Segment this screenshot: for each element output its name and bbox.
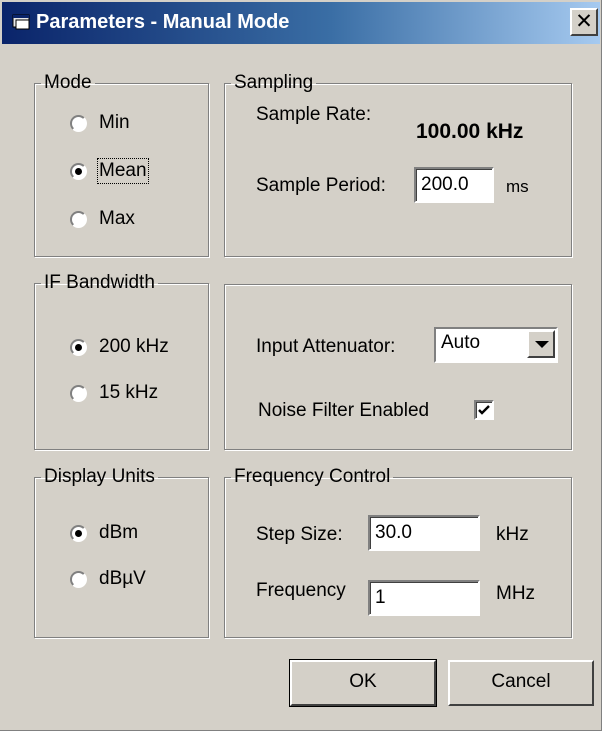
mode-max-radio-button[interactable] <box>70 210 87 228</box>
window-title: Parameters - Manual Mode <box>36 11 290 33</box>
close-icon: ✕ <box>575 10 593 33</box>
if-bandwidth-radio-15khz[interactable]: 15 kHz <box>70 382 158 404</box>
dbuv-radio-button[interactable] <box>70 570 87 588</box>
mode-radio-min[interactable]: Min <box>70 112 130 134</box>
step-size-unit: kHz <box>496 524 529 545</box>
sample-rate-value: 100.00 kHz <box>416 120 524 143</box>
frequency-input[interactable] <box>368 580 480 616</box>
if-200khz-label: 200 kHz <box>99 336 169 357</box>
input-attenuator-value: Auto <box>441 332 481 353</box>
mode-mean-radio-button[interactable] <box>70 162 87 180</box>
display-units-group-label: Display Units <box>44 466 155 487</box>
sample-period-input[interactable] <box>414 167 494 203</box>
mode-mean-label: Mean <box>97 158 149 184</box>
title-bar[interactable]: Parameters - Manual Mode ✕ <box>2 2 600 44</box>
mode-radio-mean[interactable]: Mean <box>70 158 149 184</box>
if-bandwidth-group: IF Bandwidth <box>34 272 209 450</box>
display-units-radio-dbm[interactable]: dBm <box>70 522 138 544</box>
if-bandwidth-group-label: IF Bandwidth <box>44 272 155 293</box>
chevron-down-icon[interactable] <box>527 330 555 358</box>
close-button[interactable]: ✕ <box>570 8 598 36</box>
sampling-group-label: Sampling <box>234 72 314 93</box>
if-15khz-label: 15 kHz <box>99 382 159 403</box>
window-icon <box>12 13 32 31</box>
parameters-dialog: Parameters - Manual Mode ✕ Mode Min Mean… <box>0 0 602 731</box>
ok-button[interactable]: OK <box>289 659 437 707</box>
mode-min-label: Min <box>99 112 130 133</box>
frequency-control-group-label: Frequency Control <box>234 466 391 487</box>
sample-rate-label: Sample Rate: <box>256 104 372 125</box>
dbuv-label: dBµV <box>99 568 146 589</box>
noise-filter-label: Noise Filter Enabled <box>258 400 430 421</box>
step-size-label: Step Size: <box>256 524 343 545</box>
input-group <box>224 284 572 450</box>
dbm-label: dBm <box>99 522 139 543</box>
mode-max-label: Max <box>99 208 135 229</box>
if-bandwidth-radio-200khz[interactable]: 200 kHz <box>70 336 169 358</box>
noise-filter-checkbox[interactable] <box>474 400 494 420</box>
display-units-group: Display Units <box>34 466 209 638</box>
sample-period-unit: ms <box>506 177 529 196</box>
input-attenuator-label: Input Attenuator: <box>256 336 396 357</box>
if-15khz-radio-button[interactable] <box>70 384 87 402</box>
input-attenuator-dropdown[interactable]: Auto <box>434 327 558 363</box>
sample-period-label: Sample Period: <box>256 175 386 196</box>
if-200khz-radio-button[interactable] <box>70 338 87 356</box>
frequency-unit: MHz <box>496 583 536 604</box>
mode-group-label: Mode <box>44 72 92 93</box>
step-size-input[interactable] <box>368 515 480 551</box>
display-units-radio-dbuv[interactable]: dBµV <box>70 568 146 590</box>
mode-min-radio-button[interactable] <box>70 114 87 132</box>
sampling-group: Sampling <box>224 72 572 257</box>
mode-radio-max[interactable]: Max <box>70 208 135 230</box>
cancel-button[interactable]: Cancel <box>448 660 594 706</box>
dbm-radio-button[interactable] <box>70 524 87 542</box>
checkmark-icon <box>478 405 490 415</box>
frequency-label: Frequency <box>256 580 346 601</box>
